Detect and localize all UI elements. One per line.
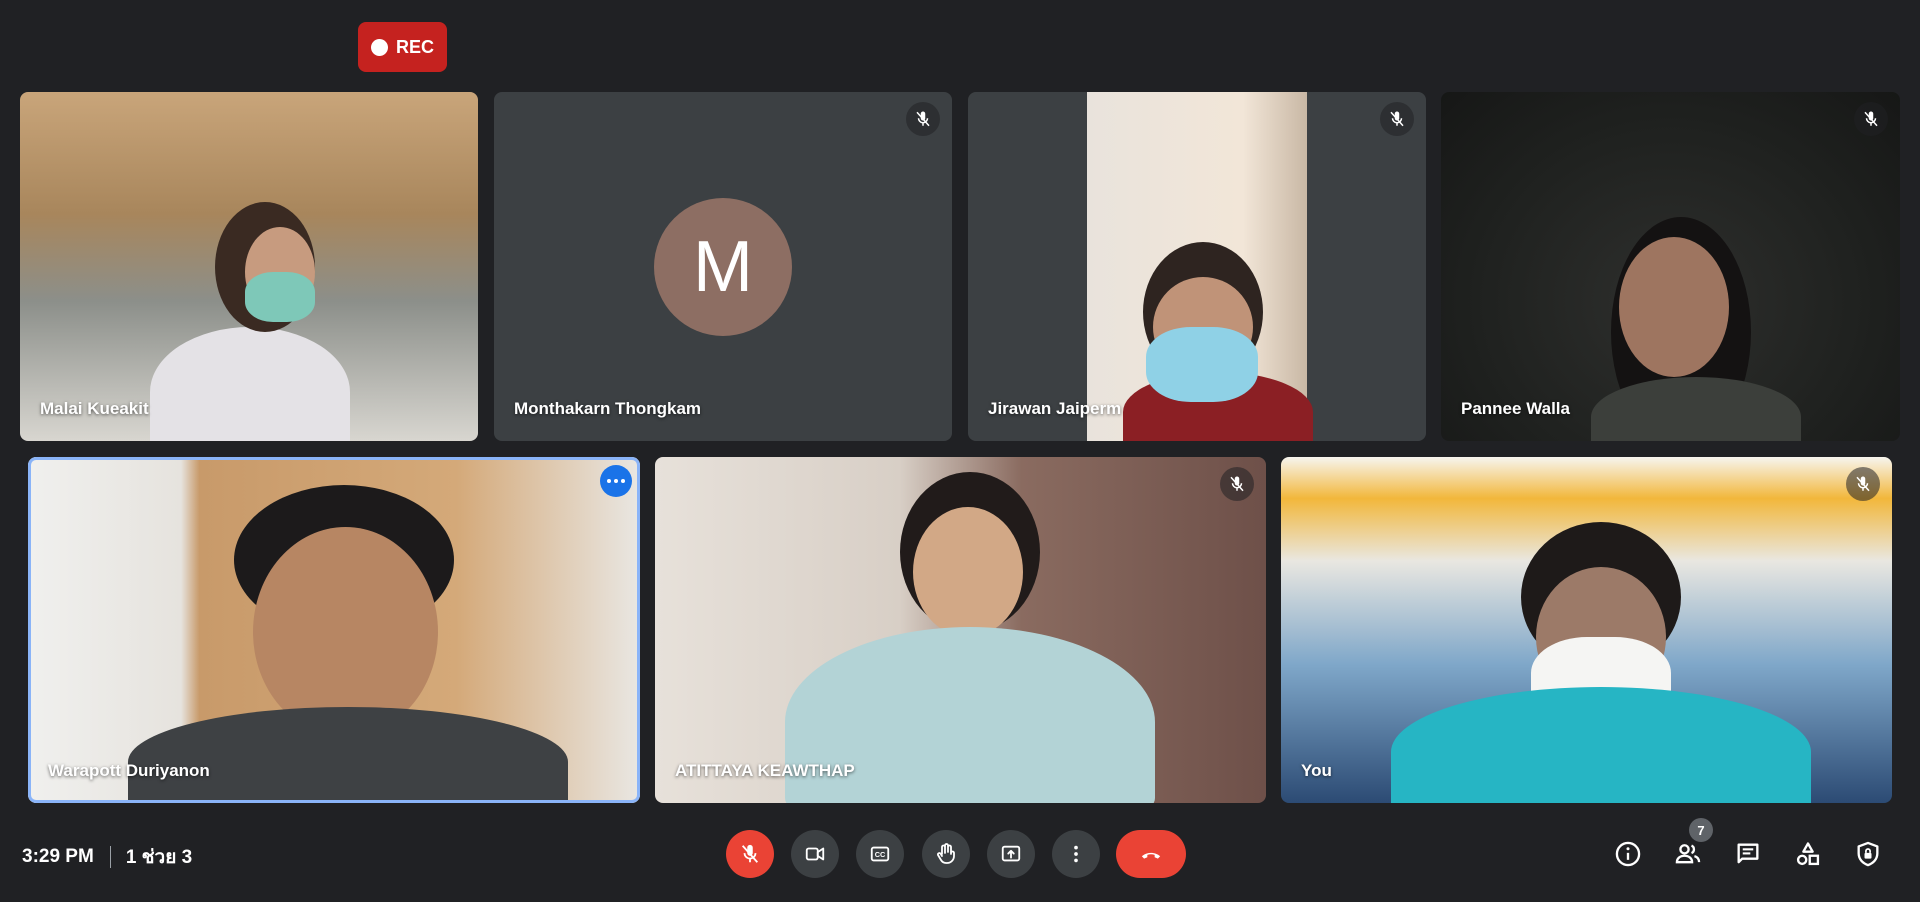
participant-name: Pannee Walla	[1461, 399, 1570, 418]
mic-off-icon	[1220, 467, 1254, 501]
hang-up-icon	[1141, 852, 1161, 859]
participant-tile-6[interactable]: ATITTAYA KEAWTHAP	[655, 457, 1266, 803]
recording-badge[interactable]: REC	[358, 22, 447, 72]
captions-icon: CC	[870, 846, 890, 862]
shield-lock-icon	[1857, 841, 1879, 867]
participant-name: ATITTAYA KEAWTHAP	[675, 761, 855, 780]
present-icon	[1001, 845, 1021, 862]
activities-icon	[1796, 842, 1820, 866]
participant-name: Malai Kueakit	[40, 399, 149, 418]
recording-label: REC	[395, 36, 434, 57]
participant-tile-2[interactable]: M Monthakarn Thongkam	[494, 92, 952, 441]
meeting-details-button[interactable]	[1610, 836, 1646, 872]
hand-icon	[937, 843, 955, 864]
participant-video-5	[253, 527, 438, 737]
activities-button[interactable]	[1790, 836, 1826, 872]
info-icon	[1615, 841, 1641, 867]
participant-name: Jirawan Jaiperm	[988, 399, 1122, 418]
mic-off-icon	[741, 844, 759, 863]
toggle-camera-button[interactable]	[791, 830, 839, 878]
participant-video-6	[913, 507, 1023, 637]
participant-tile-7[interactable]: You	[1281, 457, 1892, 803]
captions-button[interactable]: CC	[856, 830, 904, 878]
svg-text:CC: CC	[875, 850, 886, 859]
raise-hand-button[interactable]	[922, 830, 970, 878]
participant-name: Warapott Duriyanon	[48, 761, 210, 780]
toggle-mic-button[interactable]	[726, 830, 774, 878]
record-dot-icon	[370, 38, 388, 56]
camera-icon	[805, 847, 825, 861]
mic-off-icon	[906, 102, 940, 136]
leave-call-button[interactable]	[1116, 830, 1186, 878]
people-icon	[1675, 844, 1701, 864]
mic-off-icon	[1854, 102, 1888, 136]
mic-off-icon	[1380, 102, 1414, 136]
avatar: M	[654, 197, 792, 336]
chat-icon	[1737, 843, 1759, 864]
clock: 3:29 PM	[22, 846, 94, 867]
meeting-name: 1 ช่วย 3	[125, 847, 193, 868]
meeting-info: 3:29 PM 1 ช่วย 3	[22, 842, 192, 872]
tile-more-options-button[interactable]	[600, 465, 632, 497]
more-vertical-icon	[1074, 845, 1078, 863]
avatar-initial: M	[693, 226, 753, 307]
participant-count-badge: 7	[1689, 818, 1713, 842]
participant-tile-5[interactable]: Warapott Duriyanon	[28, 457, 640, 803]
divider	[109, 846, 111, 868]
participant-tile-1[interactable]: Malai Kueakit	[20, 92, 478, 441]
present-screen-button[interactable]	[987, 830, 1035, 878]
participant-tile-3[interactable]: Jirawan Jaiperm	[968, 92, 1426, 441]
mic-off-icon	[1846, 467, 1880, 501]
host-controls-button[interactable]	[1850, 836, 1886, 872]
chat-button[interactable]	[1730, 836, 1766, 872]
more-options-button[interactable]	[1052, 830, 1100, 878]
participant-video-1	[150, 327, 350, 441]
participant-name: Monthakarn Thongkam	[514, 399, 702, 418]
participant-name: You	[1301, 761, 1332, 780]
participant-video-4	[1619, 237, 1729, 377]
participant-tile-4[interactable]: Pannee Walla	[1441, 92, 1900, 441]
